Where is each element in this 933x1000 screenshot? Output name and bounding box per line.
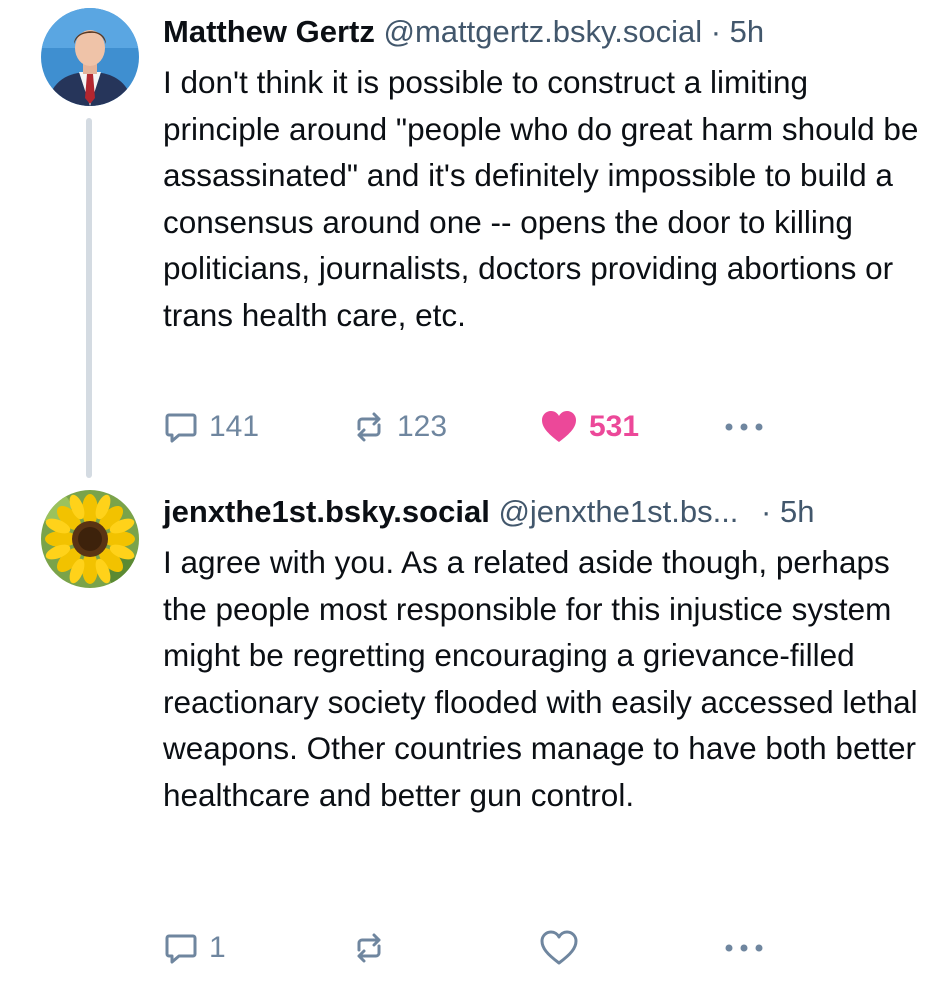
heart-icon — [540, 930, 578, 965]
reply-count: 141 — [209, 410, 260, 443]
repost-icon — [357, 412, 381, 442]
reply-icon — [165, 413, 197, 443]
more-icon — [725, 423, 763, 431]
author-handle[interactable]: @mattgertz.bsky.social — [383, 14, 702, 49]
more-options-button[interactable] — [723, 403, 765, 451]
more-icon — [725, 944, 763, 952]
sunflower-avatar-image — [41, 490, 139, 588]
repost-count: 123 — [397, 410, 448, 443]
like-count: 531 — [589, 410, 640, 443]
post-actions: 1 — [163, 924, 783, 972]
person-avatar-image — [41, 8, 139, 106]
reply-button[interactable]: 1 — [163, 924, 226, 972]
author-display-name[interactable]: Matthew Gertz — [163, 14, 375, 49]
author-display-name[interactable]: jenxthe1st.bsky.social — [163, 494, 490, 529]
post-actions: 141 123 531 — [163, 403, 783, 451]
post-text: I don't think it is possible to construc… — [163, 64, 919, 333]
separator: · — [710, 14, 722, 49]
post[interactable]: Matthew Gertz @mattgertz.bsky.social · 5… — [0, 0, 933, 490]
separator: · — [761, 494, 772, 529]
author-handle[interactable]: @jenxthe1st.bs... — [498, 494, 738, 529]
like-button[interactable] — [539, 924, 589, 972]
post-text: I agree with you. As a related aside tho… — [163, 544, 918, 813]
post-time[interactable]: 5h — [730, 14, 764, 49]
reply-count: 1 — [209, 931, 226, 964]
post[interactable]: jenxthe1st.bsky.social @jenxthe1st.bs...… — [0, 490, 933, 1000]
heart-icon — [542, 411, 576, 442]
repost-icon — [357, 933, 381, 963]
avatar[interactable] — [41, 490, 139, 588]
avatar[interactable] — [41, 8, 139, 106]
thread-line — [86, 118, 92, 478]
more-options-button[interactable] — [723, 924, 765, 972]
reply-button[interactable]: 141 — [163, 403, 259, 451]
like-button[interactable]: 531 — [539, 403, 639, 451]
post-header: jenxthe1st.bsky.social @jenxthe1st.bs...… — [163, 492, 903, 532]
repost-button[interactable]: 123 — [351, 403, 447, 451]
repost-button[interactable] — [351, 924, 397, 972]
post-header: Matthew Gertz @mattgertz.bsky.social · 5… — [163, 12, 903, 52]
post-time[interactable]: 5h — [780, 494, 814, 529]
reply-icon — [165, 934, 197, 964]
